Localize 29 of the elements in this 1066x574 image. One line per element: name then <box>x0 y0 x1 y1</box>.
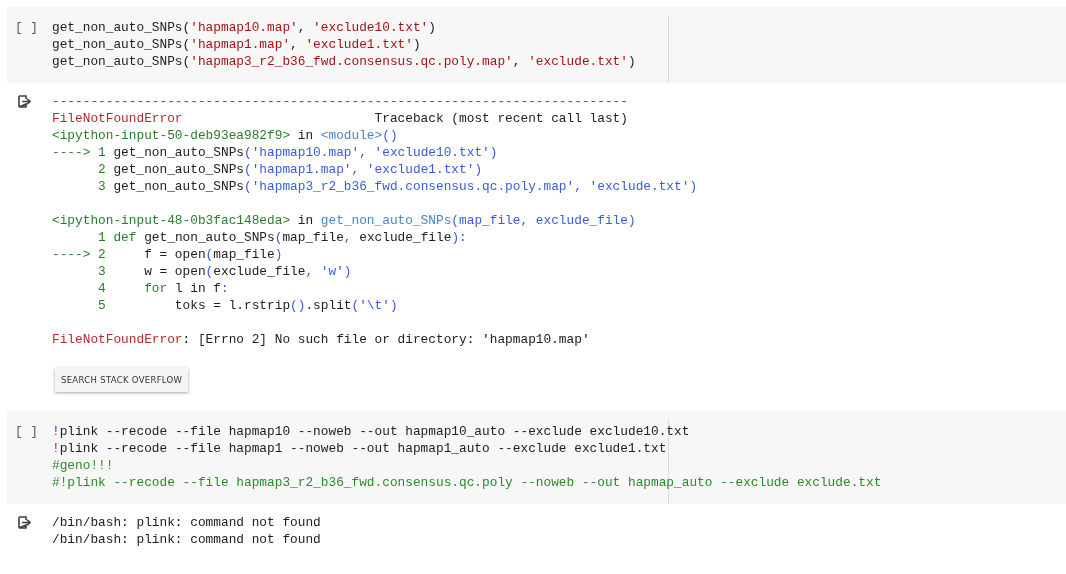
code-line: get_non_auto_SNPs('hapmap3_r2_b36_fwd.consensus.qc.poly.map', 'exclude.txt') <box>52 53 636 70</box>
code-cell[interactable] <box>7 411 1066 504</box>
code-cell[interactable]: [ ] get_non_auto_SNPs('hapmap10.map', 'exclude10.txt') get_non_auto_SNPs('hapmap1.map', 'exclude1.txt') get_non_auto_SNPs('hapmap3_r2_b36_fwd.consensus.qc.poly.map', 'exclude.txt') <box>7 7 1066 83</box>
run-button[interactable]: [ ] <box>7 19 52 36</box>
output-line: ----> 1 get_non_auto_SNPs('hapmap10.map', 'exclude10.txt') <box>52 144 499 161</box>
output-icon[interactable] <box>16 516 31 529</box>
output-line: FileNotFoundError Traceback (most recent call last) <box>52 110 629 127</box>
code-line: get_non_auto_SNPs('hapmap1.map', 'exclude1.txt') <box>52 36 422 53</box>
code-line: #!plink --recode --file hapmap3_r2_b36_fwd.consensus.qc.poly --noweb --out hapmap_auto --exclude exclude.txt <box>52 474 882 491</box>
output-icon[interactable] <box>16 95 31 108</box>
code-line: !plink --recode --file hapmap1 --noweb --out hapmap1_auto --exclude exclude1.txt <box>52 440 668 457</box>
output-line: /bin/bash: plink: command not found <box>52 514 321 531</box>
output-line: FileNotFoundError: [Errno 2] No such file or directory: 'hapmap10.map' <box>52 331 591 348</box>
output-line: 5 toks = l.rstrip().split('\t') <box>97 297 399 314</box>
code-line: get_non_auto_SNPs('hapmap10.map', 'exclude10.txt') <box>52 19 437 36</box>
output-line: --------------------------------------------------------------------------- <box>52 93 629 110</box>
output-line: 1 def get_non_auto_SNPs(map_file, exclude_file): <box>97 229 468 246</box>
output-line: <ipython-input-48-0b3fac148eda> in get_non_auto_SNPs(map_file, exclude_file) <box>52 212 637 229</box>
output-line: 3 w = open(exclude_file, 'w') <box>97 263 353 280</box>
code-line: !plink --recode --file hapmap10 --noweb --out hapmap10_auto --exclude exclude10.txt <box>52 423 691 440</box>
output-line: /bin/bash: plink: command not found <box>52 531 321 548</box>
output-line: <ipython-input-50-deb93ea982f9> in <module>() <box>52 127 399 144</box>
output-line: ----> 2 f = open(map_file) <box>52 246 284 263</box>
run-button[interactable]: [ ] <box>7 423 52 440</box>
output-line: 2 get_non_auto_SNPs('hapmap1.map', 'exclude1.txt') <box>97 161 484 178</box>
code-line: #geno!!! <box>52 457 115 474</box>
output-line: 3 get_non_auto_SNPs('hapmap3_r2_b36_fwd.consensus.qc.poly.map', 'exclude.txt') <box>97 178 698 195</box>
output-line: 4 for l in f: <box>97 280 230 297</box>
search-stack-overflow-button[interactable]: SEARCH STACK OVERFLOW <box>55 368 189 392</box>
